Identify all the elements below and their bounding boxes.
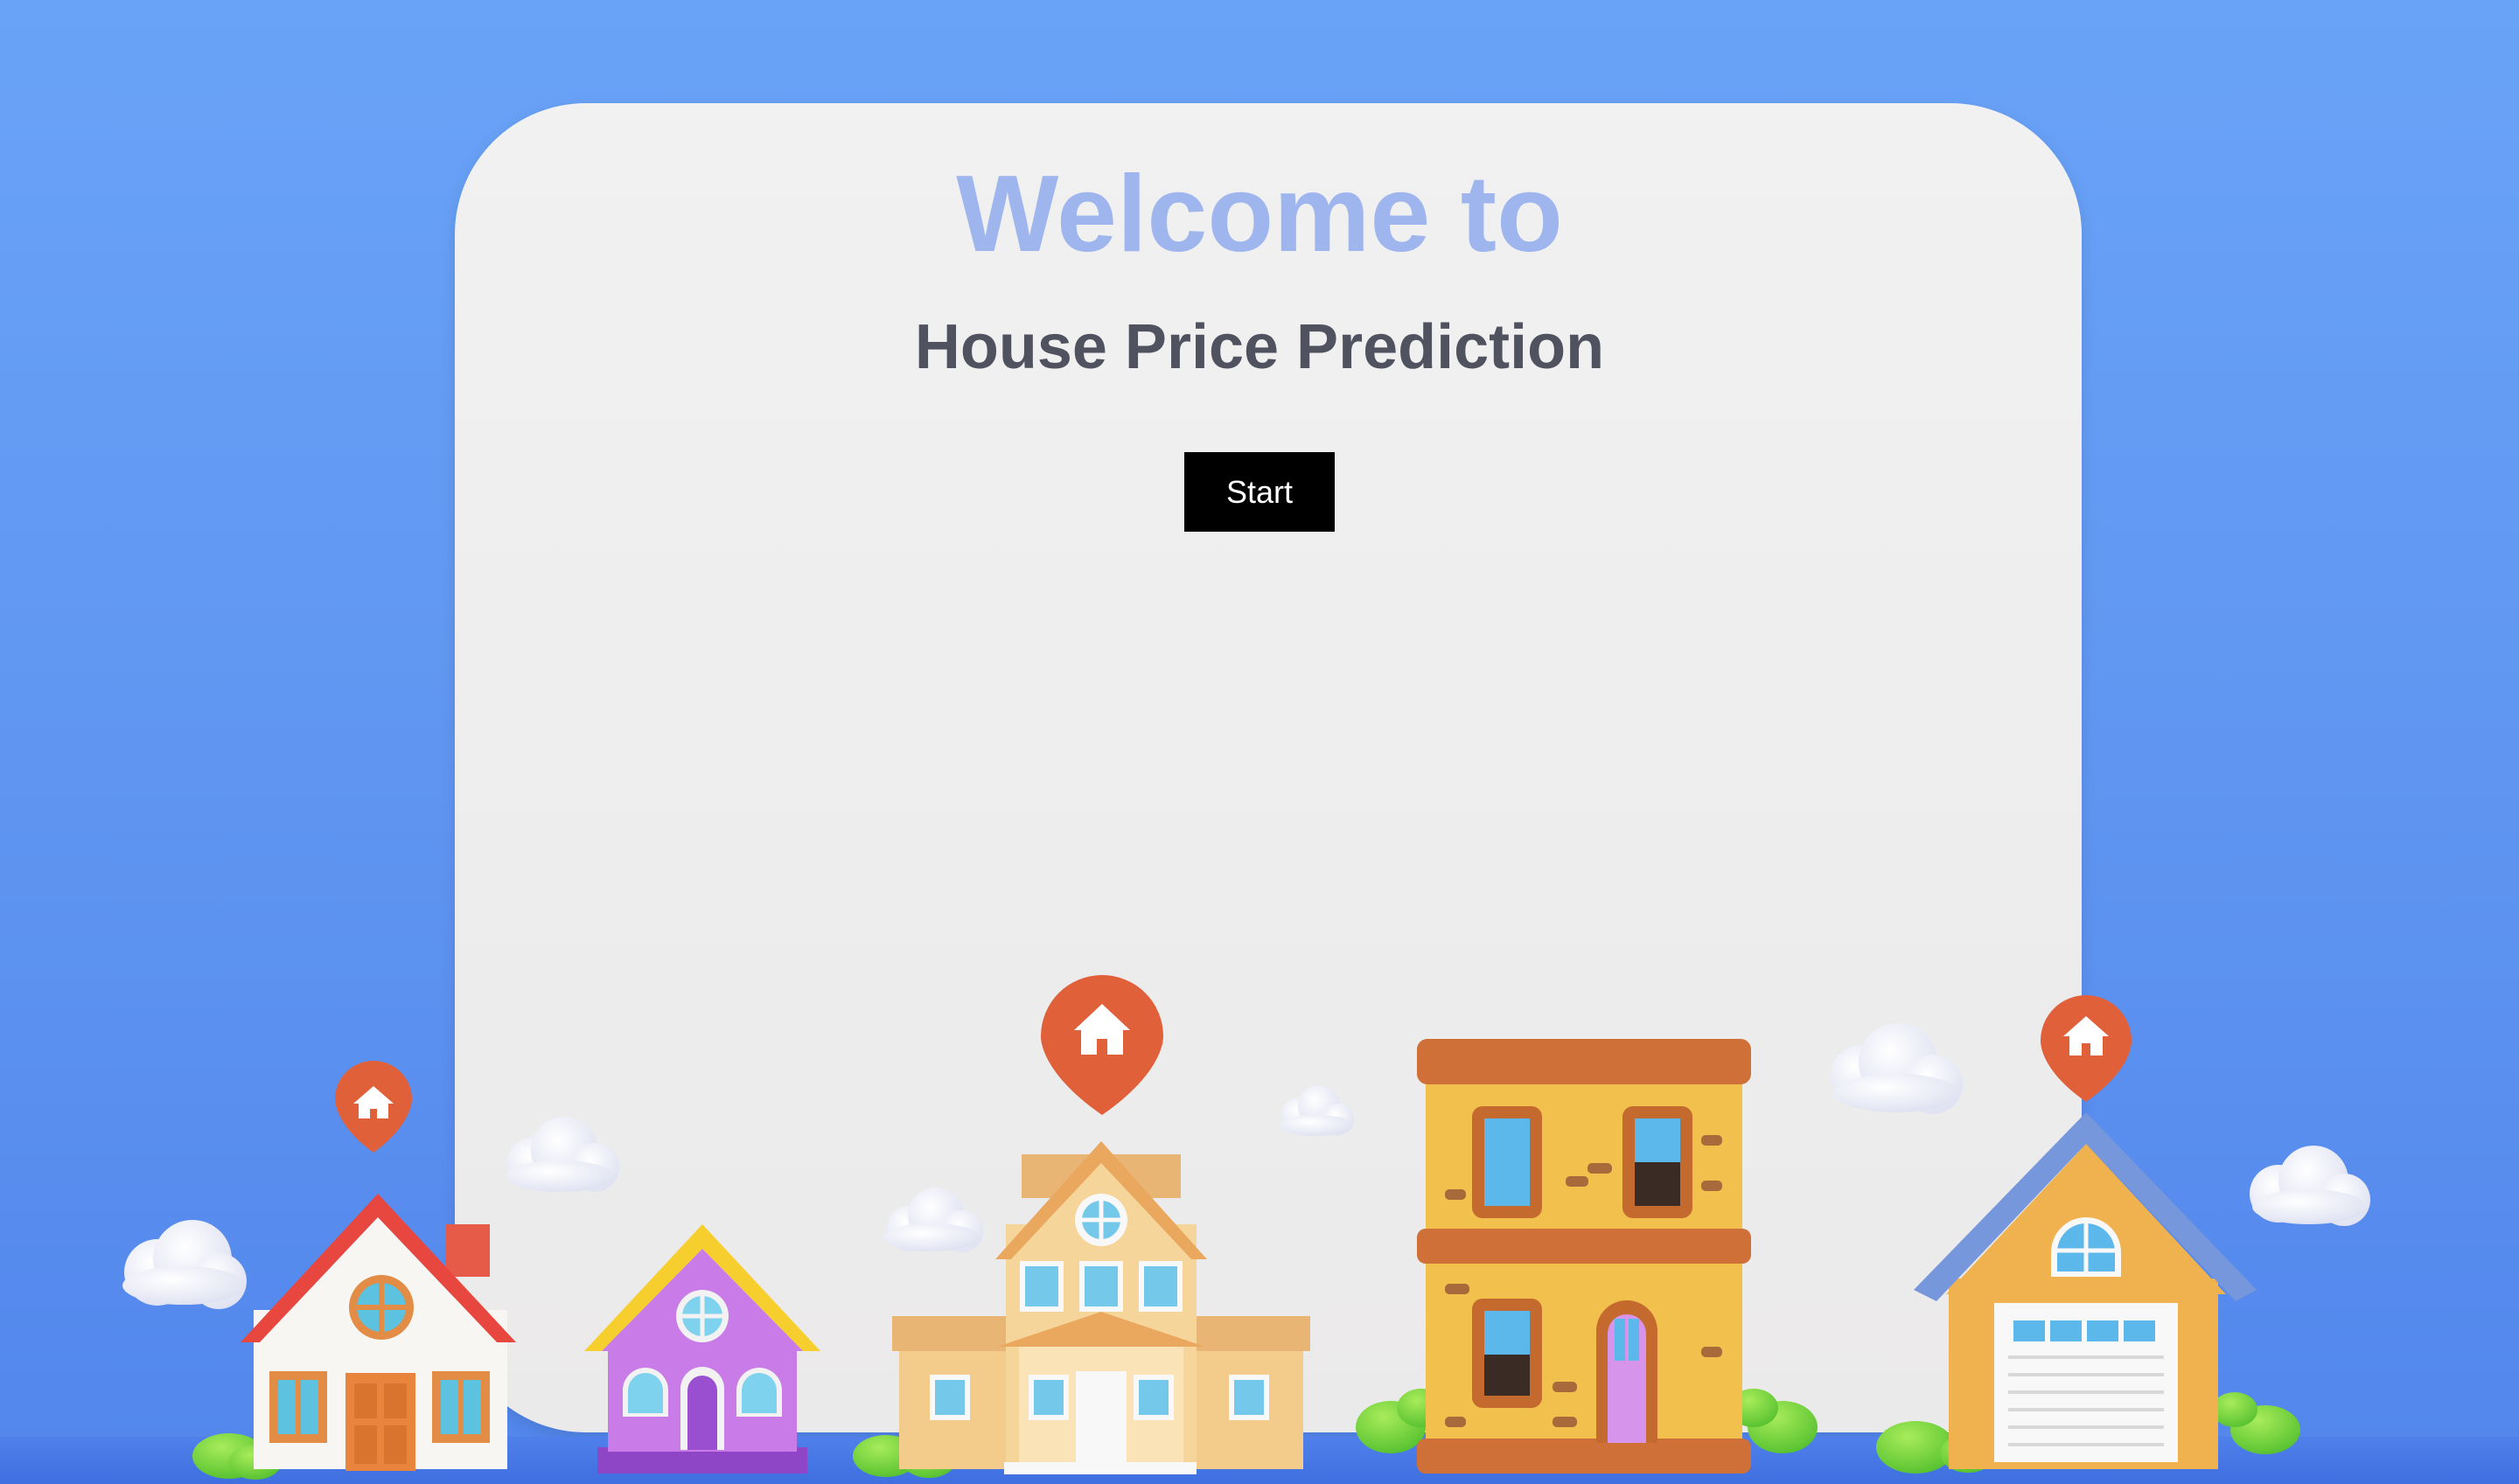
cloud-icon (1831, 1023, 1963, 1114)
location-pin-icon (1041, 975, 1163, 1115)
purple-house-yellow-roof (584, 1224, 820, 1474)
location-pin-icon (2041, 995, 2132, 1102)
white-house-red-roof (241, 1194, 516, 1471)
location-pin-icon (335, 1061, 412, 1153)
cloud-icon (122, 1220, 247, 1309)
cloud-icon (506, 1117, 619, 1192)
orange-house-blue-roof-garage (1914, 1112, 2257, 1469)
yellow-two-story-building (1417, 1039, 1751, 1474)
houses-illustration (0, 975, 2519, 1484)
beige-mansion (892, 1141, 1310, 1474)
cloud-icon (883, 1188, 983, 1252)
cloud-icon (2250, 1146, 2370, 1226)
cloud-icon (1280, 1085, 1354, 1136)
